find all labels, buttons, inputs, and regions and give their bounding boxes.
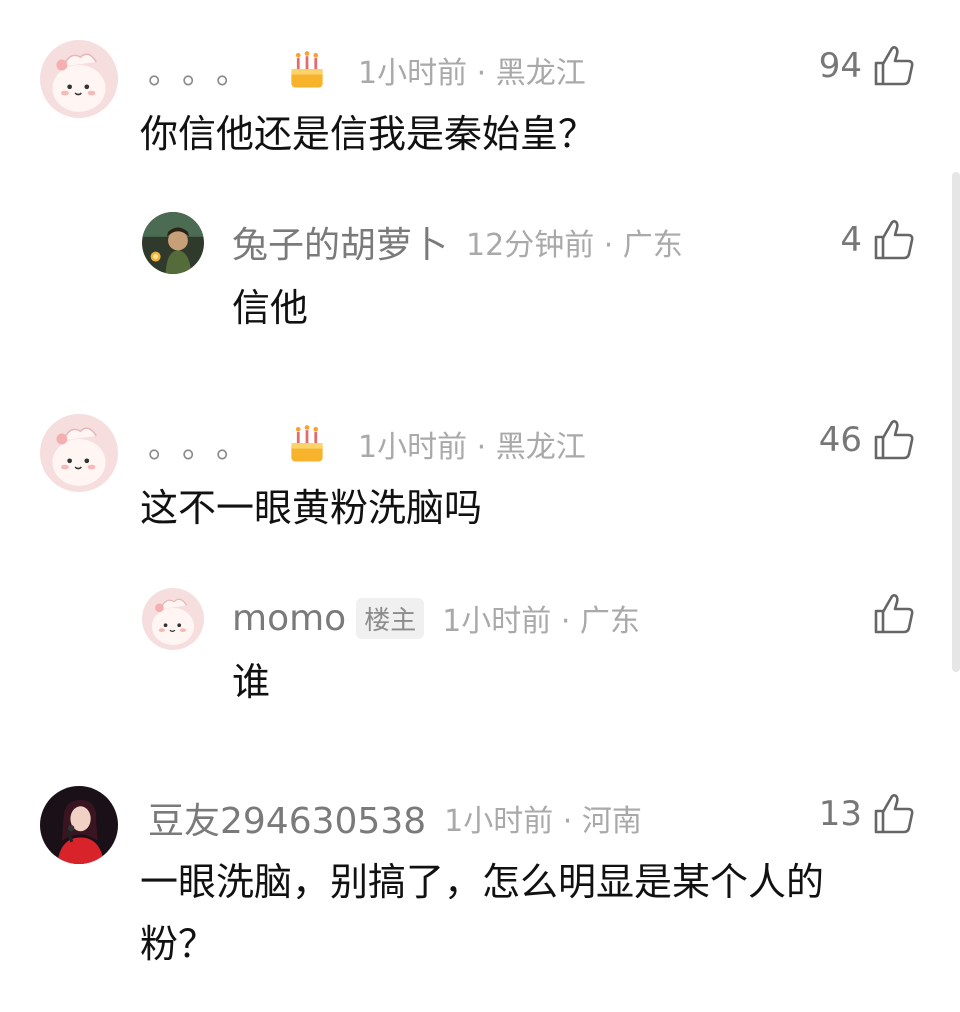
avatar[interactable] [142, 212, 204, 274]
birthday-cake-icon [291, 51, 323, 88]
like-button[interactable]: 13 [819, 792, 916, 836]
scrollbar[interactable] [952, 172, 960, 672]
thumbs-up-icon [874, 420, 914, 460]
pink-bunny-avatar-icon [40, 414, 118, 492]
username[interactable]: 豆友294630538 [148, 792, 426, 844]
comment-timestamp: 1小时前 · 河南 [444, 804, 642, 839]
avatar[interactable] [40, 40, 118, 118]
op-badge: 楼主 [356, 597, 425, 639]
comment-text: 谁 [232, 660, 271, 704]
avatar[interactable] [40, 786, 118, 864]
like-button[interactable] [862, 592, 916, 636]
avatar[interactable] [40, 414, 118, 492]
username[interactable]: 。。。 [148, 421, 266, 467]
comment-timestamp: 1小时前 · 黑龙江 [358, 430, 586, 465]
comment-text: 信他 [232, 286, 309, 330]
username[interactable]: momo [232, 598, 346, 639]
pink-bunny-avatar-icon [142, 588, 204, 650]
like-button[interactable]: 4 [840, 218, 916, 262]
thumbs-up-icon [874, 46, 914, 86]
comment-timestamp: 1小时前 · 黑龙江 [358, 56, 586, 91]
username[interactable]: 。。。 [148, 47, 266, 93]
thumbs-up-icon [874, 794, 914, 834]
comment-text: 一眼洗脑，别搞了，怎么明显是某个人的 [140, 860, 825, 904]
comment-text: 这不一眼黄粉洗脑吗 [140, 486, 483, 530]
like-count: 94 [818, 46, 862, 86]
avatar[interactable] [142, 588, 204, 650]
comment-text: 你信他还是信我是秦始皇？ [140, 112, 597, 156]
comment-text-continued: 粉？ [140, 922, 217, 966]
dark-forest-avatar-icon [142, 212, 204, 274]
like-count: 4 [840, 220, 862, 260]
singer-red-dress-avatar-icon [40, 786, 118, 864]
username[interactable]: 兔子的胡萝卜 [232, 216, 448, 268]
comment-timestamp: 1小时前 · 广东 [442, 604, 640, 639]
birthday-cake-icon [291, 425, 323, 462]
like-button[interactable]: 94 [819, 44, 916, 88]
thumbs-up-icon [874, 594, 914, 634]
like-count: 13 [818, 794, 862, 834]
comment-timestamp: 12分钟前 · 广东 [466, 228, 683, 263]
pink-bunny-avatar-icon [40, 40, 118, 118]
thumbs-up-icon [874, 220, 914, 260]
like-button[interactable]: 46 [819, 418, 916, 462]
like-count: 46 [818, 420, 862, 460]
